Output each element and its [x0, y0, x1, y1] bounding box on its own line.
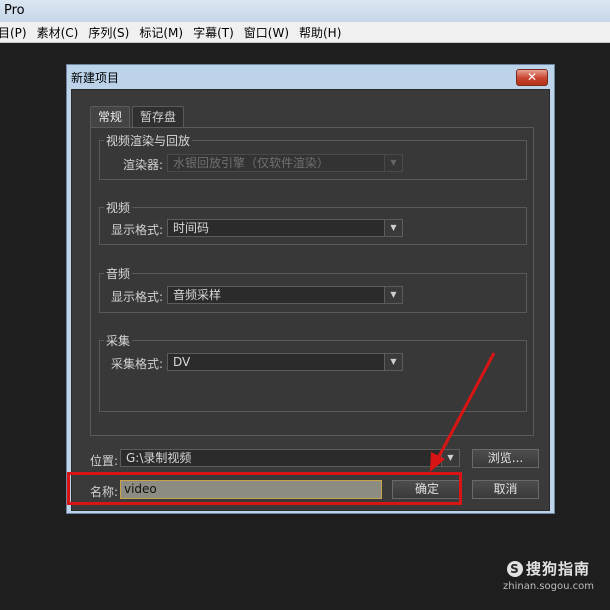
- watermark: S 搜狗指南 zhinan.sogou.com: [503, 558, 594, 592]
- watermark-logo: S 搜狗指南: [503, 558, 594, 579]
- watermark-brand: 搜狗指南: [525, 560, 590, 578]
- annotation-arrow-head: [430, 452, 445, 472]
- sogou-logo-icon: S: [506, 561, 523, 577]
- annotation-arrow-line: [434, 352, 496, 463]
- annotation-arrow: [430, 352, 496, 472]
- watermark-url: zhinan.sogou.com: [502, 581, 594, 592]
